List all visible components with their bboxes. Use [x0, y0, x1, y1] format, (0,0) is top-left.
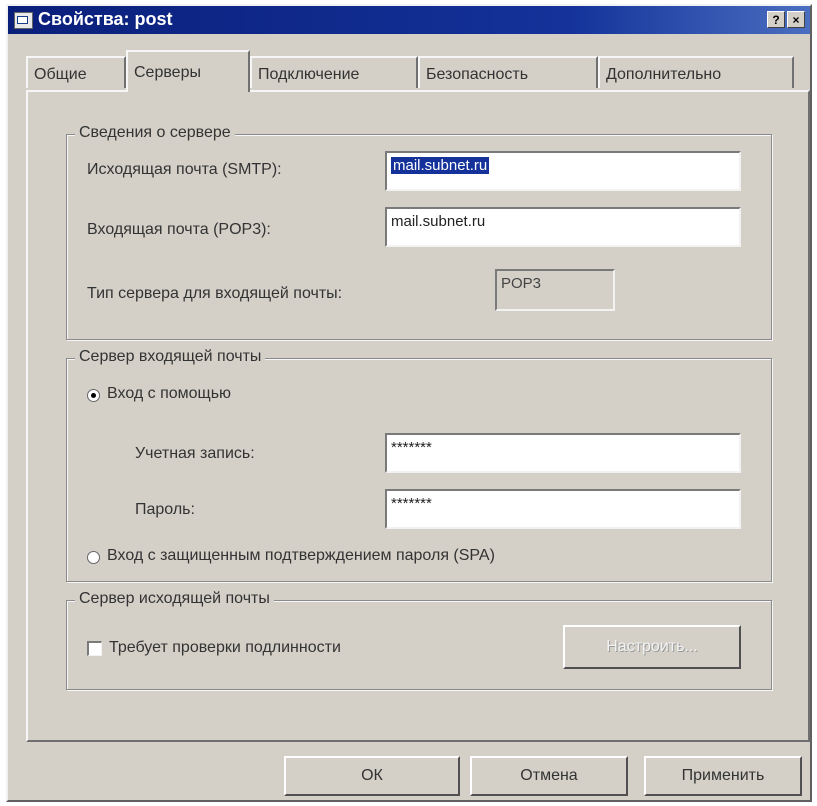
- pop3-label: Входящая почта (POP3):: [87, 221, 271, 238]
- outgoing-legend: Сервер исходящей почты: [75, 590, 274, 608]
- spa-radio[interactable]: [87, 551, 100, 564]
- server-info-legend: Сведения о сервере: [75, 124, 235, 142]
- password-label: Пароль:: [135, 501, 195, 518]
- close-button[interactable]: ×: [787, 11, 805, 28]
- tab-servers[interactable]: Серверы: [126, 50, 250, 92]
- smtp-value: mail.subnet.ru: [391, 157, 490, 174]
- outgoing-server-group: Сервер исходящей почты Требует проверки …: [66, 590, 772, 690]
- tab-general[interactable]: Общие: [26, 56, 126, 88]
- tab-security[interactable]: Безопасность: [418, 56, 598, 88]
- title-bar[interactable]: Свойства: post ? ×: [8, 6, 810, 34]
- incoming-legend: Сервер входящей почты: [75, 348, 266, 366]
- incoming-server-group: Сервер входящей почты Вход с помощью Уче…: [66, 348, 772, 582]
- servers-tab-panel: Сведения о сервере Исходящая почта (SMTP…: [26, 90, 810, 742]
- cancel-button[interactable]: Отмена: [470, 756, 628, 796]
- server-type-label: Тип сервера для входящей почты:: [87, 285, 343, 302]
- smtp-field[interactable]: mail.subnet.ru: [385, 151, 741, 191]
- login-with-radio[interactable]: [87, 389, 100, 402]
- account-field[interactable]: *******: [385, 433, 741, 473]
- ok-button[interactable]: ОК: [284, 756, 460, 796]
- apply-button[interactable]: Применить: [644, 756, 802, 796]
- window-title: Свойства: post: [38, 9, 173, 29]
- pop3-field[interactable]: mail.subnet.ru: [385, 207, 741, 247]
- auth-checkbox[interactable]: [87, 641, 102, 656]
- auth-label: Требует проверки подлинности: [109, 639, 341, 656]
- smtp-label: Исходящая почта (SMTP):: [87, 161, 282, 178]
- spa-label: Вход с защищенным подтверждением пароля …: [107, 547, 495, 564]
- tab-advanced[interactable]: Дополнительно: [598, 56, 794, 88]
- mail-account-icon: [14, 12, 33, 29]
- password-field[interactable]: *******: [385, 489, 741, 529]
- account-label: Учетная запись:: [135, 445, 255, 462]
- tab-connection[interactable]: Подключение: [250, 56, 418, 88]
- help-button[interactable]: ?: [767, 11, 785, 28]
- server-type-field: POP3: [495, 269, 615, 311]
- server-info-group: Сведения о сервере Исходящая почта (SMTP…: [66, 124, 772, 340]
- properties-dialog: Свойства: post ? × Общие Серверы Подключ…: [6, 4, 812, 802]
- settings-button[interactable]: Настроить...: [563, 625, 741, 669]
- login-with-label: Вход с помощью: [107, 385, 232, 402]
